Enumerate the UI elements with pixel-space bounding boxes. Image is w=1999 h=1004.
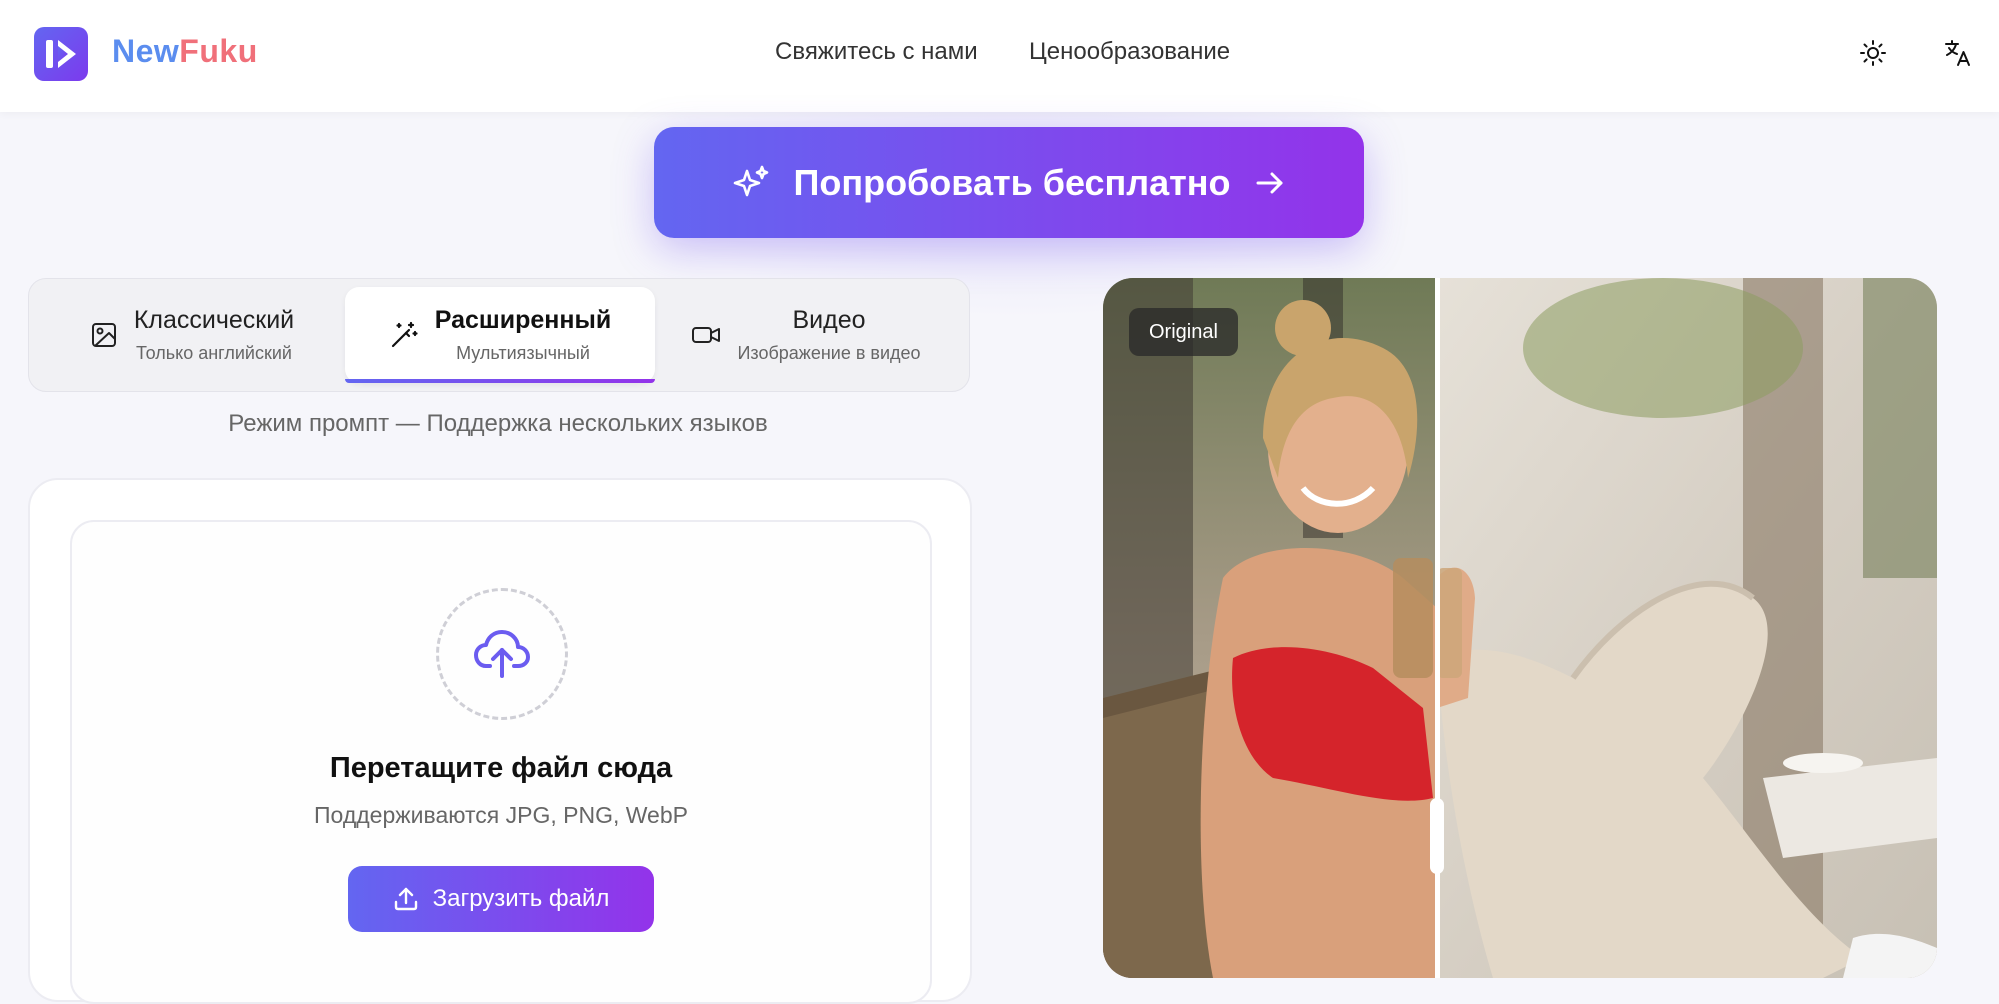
image-icon xyxy=(91,323,116,347)
video-camera-icon xyxy=(692,327,721,343)
brand-part-fuku: Fuku xyxy=(179,33,258,69)
upload-button-label: Загрузить файл xyxy=(432,885,610,912)
tab-advanced-title: Расширенный xyxy=(434,306,612,334)
tab-video[interactable]: Видео Изображение в видео xyxy=(651,287,961,383)
mode-description: Режим промпт — Поддержка нескольких язык… xyxy=(228,410,768,437)
dropzone[interactable]: Перетащите файл сюда Поддерживаются JPG,… xyxy=(70,520,932,1004)
original-badge: Original xyxy=(1129,308,1238,356)
tab-classic-title: Классический xyxy=(133,306,295,334)
upload-icon xyxy=(394,887,417,911)
nav-pricing-link[interactable]: Ценообразование xyxy=(1029,38,1230,66)
mode-tabs: Классический Только английский Расширенн… xyxy=(28,278,970,392)
before-after-compare[interactable]: Original xyxy=(1103,278,1937,978)
tab-video-subtitle: Изображение в видео xyxy=(737,343,921,363)
tab-advanced-subtitle: Мультиязычный xyxy=(456,343,590,363)
drop-title: Перетащите файл сюда xyxy=(329,752,673,784)
sun-icon[interactable] xyxy=(1858,38,1888,68)
tab-advanced[interactable]: Расширенный Мультиязычный xyxy=(345,287,655,383)
nav-contact-link[interactable]: Свяжитесь с нами xyxy=(775,38,978,66)
compare-photo xyxy=(1103,278,1937,978)
logo-icon[interactable] xyxy=(34,27,88,81)
upload-file-button[interactable]: Загрузить файл xyxy=(348,866,654,932)
compare-slider-handle[interactable] xyxy=(1430,798,1444,874)
sparkles-icon xyxy=(734,165,769,196)
brand-part-new: New xyxy=(112,33,180,69)
tab-video-title: Видео xyxy=(792,306,866,334)
translate-icon[interactable] xyxy=(1943,38,1973,68)
top-navbar: NewFuku Свяжитесь с нами Ценообразование xyxy=(0,0,1999,112)
brand-name[interactable]: NewFuku xyxy=(112,33,258,70)
upload-card: Перетащите файл сюда Поддерживаются JPG,… xyxy=(28,478,972,1004)
try-free-button[interactable]: Попробовать бесплатно xyxy=(654,127,1364,238)
tab-classic[interactable]: Классический Только английский xyxy=(37,287,347,383)
try-free-label: Попробовать бесплатно xyxy=(793,161,1231,203)
tab-classic-subtitle: Только английский xyxy=(136,343,292,363)
arrow-right-icon xyxy=(1256,172,1283,193)
upload-circle xyxy=(436,588,568,720)
magic-wand-icon xyxy=(391,321,418,348)
cloud-upload-icon xyxy=(474,630,530,678)
supported-formats: Поддерживаются JPG, PNG, WebP xyxy=(314,802,688,828)
